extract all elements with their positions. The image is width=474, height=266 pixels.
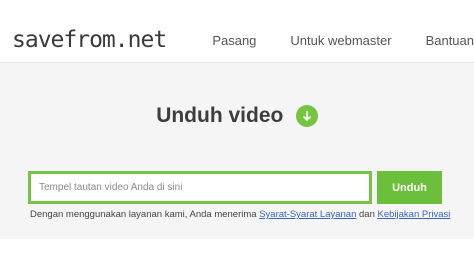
terms-prefix: Dengan menggunakan layanan kami, Anda me…: [30, 209, 260, 220]
nav-help[interactable]: Bantuan: [426, 33, 474, 48]
header: savefrom.net Pasang Untuk webmaster Bant…: [0, 0, 474, 63]
nav-install[interactable]: Pasang: [212, 33, 256, 48]
title-row: Unduh video: [0, 104, 474, 128]
terms-of-service-link[interactable]: Syarat-Syarat Layanan: [259, 209, 356, 220]
download-section: Unduh video Unduh Dengan menggunakan lay…: [0, 63, 474, 239]
video-url-input[interactable]: [28, 171, 372, 204]
download-form: Unduh: [28, 171, 444, 204]
download-button[interactable]: Unduh: [377, 171, 442, 204]
page-title: Unduh video: [156, 104, 284, 127]
top-nav: Pasang Untuk webmaster Bantuan: [212, 33, 474, 48]
terms-text: Dengan menggunakan layanan kami, Anda me…: [30, 209, 470, 220]
nav-webmaster[interactable]: Untuk webmaster: [290, 33, 391, 48]
site-logo[interactable]: savefrom.net: [12, 27, 167, 53]
privacy-policy-link[interactable]: Kebijakan Privasi: [378, 209, 451, 220]
download-arrow-icon: [295, 105, 318, 127]
terms-and: dan: [356, 209, 378, 220]
